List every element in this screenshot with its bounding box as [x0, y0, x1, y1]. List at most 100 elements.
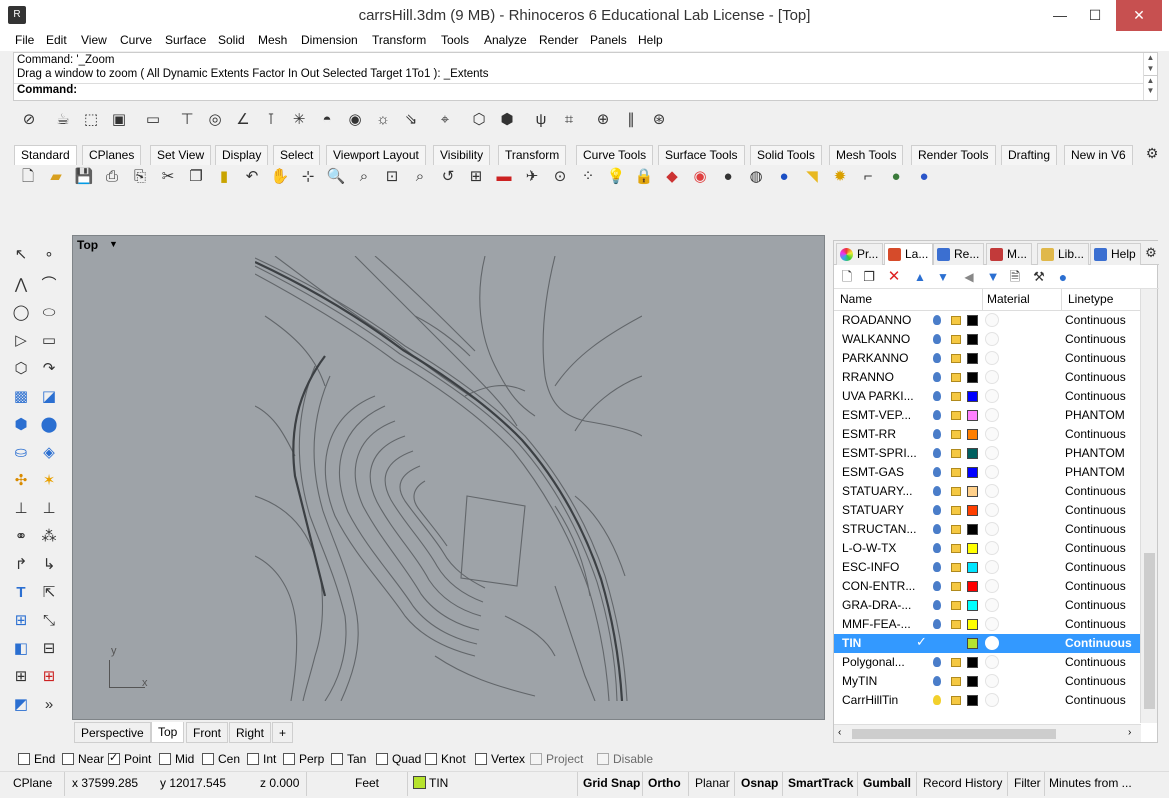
zoom-window-icon[interactable]: ⌕	[353, 166, 375, 188]
tab-curve-tools[interactable]: Curve Tools	[576, 145, 654, 165]
move-icon[interactable]: ⇱	[38, 582, 60, 604]
layer-color-swatch[interactable]	[967, 524, 978, 535]
layer-name[interactable]: CarrHillTin	[842, 693, 898, 707]
top-viewport[interactable]: Top ▼ y x	[72, 235, 825, 720]
toggle-smarttrack[interactable]: SmartTrack	[788, 776, 853, 790]
osnap-int[interactable]: Int	[247, 752, 276, 766]
lock-icon[interactable]	[951, 563, 961, 572]
layer-color-swatch[interactable]	[967, 638, 978, 649]
box-tool-icon[interactable]: ⬡	[468, 109, 490, 131]
layer-row[interactable]: ESMT-VEP... PHANTOM	[834, 406, 1141, 425]
paste-icon[interactable]: ▮	[213, 166, 235, 188]
light-bulb-icon[interactable]	[933, 372, 941, 382]
rectangle-icon[interactable]: ▭	[38, 330, 60, 352]
light-bulb-icon[interactable]	[933, 448, 941, 458]
layer-row[interactable]: GRA-DRA-... Continuous	[834, 596, 1141, 615]
layer-name[interactable]: ESMT-RR	[842, 427, 896, 441]
osnap-knot[interactable]: Knot	[425, 752, 466, 766]
layer-name[interactable]: STATUARY...	[842, 484, 912, 498]
menu-curve[interactable]: Curve	[120, 31, 152, 47]
checkbox[interactable]	[597, 753, 609, 765]
material-icon[interactable]	[985, 446, 999, 460]
layer-states-icon[interactable]: 🗎	[1004, 266, 1026, 288]
copy-icon[interactable]: ❐	[185, 166, 207, 188]
layer-color-swatch[interactable]	[967, 429, 978, 440]
lock-icon[interactable]	[951, 354, 961, 363]
layer-row[interactable]: Polygonal... Continuous	[834, 653, 1141, 672]
tab-cplanes[interactable]: CPlanes	[82, 145, 142, 165]
light-bulb-icon[interactable]	[933, 581, 941, 591]
viewport-tab-top[interactable]: Top	[151, 722, 185, 743]
rhino-options-icon[interactable]: ⊘	[18, 109, 40, 131]
light-bulb-icon[interactable]	[933, 429, 941, 439]
checkbox[interactable]	[425, 753, 437, 765]
material-icon[interactable]	[985, 465, 999, 479]
osnap-vertex[interactable]: Vertex	[475, 752, 525, 766]
status-cplane[interactable]: CPlane	[13, 776, 52, 790]
move-up-icon[interactable]: ▲	[909, 266, 931, 288]
layer-linetype[interactable]: Continuous	[1065, 579, 1126, 593]
tab-render-tools[interactable]: Render Tools	[911, 145, 996, 165]
layer-name[interactable]: MMF-FEA-...	[842, 617, 911, 631]
column-material[interactable]: Material	[987, 292, 1030, 306]
layer-row[interactable]: CarrHillTin Continuous	[834, 691, 1141, 710]
dimension-tool-icon[interactable]: ⊞	[10, 610, 32, 632]
blue-sphere-icon[interactable]: ●	[773, 166, 795, 188]
layer-color-swatch[interactable]	[967, 581, 978, 592]
toggle-planar[interactable]: Planar	[695, 776, 730, 790]
material-icon[interactable]	[985, 332, 999, 346]
material-icon[interactable]	[985, 408, 999, 422]
tab-new-in-v6[interactable]: New in V6	[1064, 145, 1133, 165]
tab-standard[interactable]: Standard	[14, 145, 77, 165]
spark-tool-icon[interactable]: ✳	[288, 109, 310, 131]
material-icon[interactable]	[985, 674, 999, 688]
material-icon[interactable]	[985, 598, 999, 612]
gizmo-tool-icon[interactable]: ⌖	[434, 109, 456, 131]
checkbox[interactable]	[159, 753, 171, 765]
layer-row[interactable]: RRANNO Continuous	[834, 368, 1141, 387]
osnap-disable[interactable]: Disable	[597, 752, 653, 766]
layer-linetype[interactable]: Continuous	[1065, 522, 1126, 536]
sphere-solid-icon[interactable]: ⬤	[38, 414, 60, 436]
lock-icon[interactable]	[951, 487, 961, 496]
print-icon[interactable]: ⎙	[101, 166, 123, 188]
new-layer-icon[interactable]: 🗋	[836, 266, 858, 288]
toggle-ortho[interactable]: Ortho	[648, 776, 681, 790]
point-tool-icon[interactable]: ∘	[38, 244, 60, 266]
light-bulb-icon[interactable]	[933, 676, 941, 686]
menu-tools[interactable]: Tools	[441, 31, 469, 47]
unroll-icon[interactable]: ◩	[10, 694, 32, 716]
lock-icon[interactable]	[951, 525, 961, 534]
material-icon[interactable]	[985, 560, 999, 574]
layer-color-swatch[interactable]	[967, 543, 978, 554]
material-icon[interactable]	[985, 427, 999, 441]
circle-icon[interactable]: ◯	[10, 302, 32, 324]
checkbox[interactable]	[62, 753, 74, 765]
panel-tab-layers[interactable]: La...	[884, 243, 934, 265]
extrude-surface-icon[interactable]: ◪	[38, 386, 60, 408]
new-file-icon[interactable]: 🗋	[17, 166, 39, 188]
layer-name[interactable]: RRANNO	[842, 370, 894, 384]
status-units[interactable]: Feet	[355, 776, 379, 790]
layer-linetype[interactable]: Continuous	[1065, 560, 1126, 574]
layer-row[interactable]: ESMT-RR Continuous	[834, 425, 1141, 444]
layer-row[interactable]: ESC-INFO Continuous	[834, 558, 1141, 577]
rotate-view-icon[interactable]: ⊹	[297, 166, 319, 188]
toggle-gumball[interactable]: Gumball	[863, 776, 911, 790]
light-bulb-icon[interactable]	[933, 543, 941, 553]
layer-color-swatch[interactable]	[967, 334, 978, 345]
layer-color-swatch[interactable]	[967, 486, 978, 497]
light-bulb-icon[interactable]	[933, 695, 941, 705]
osnap-near[interactable]: Near	[62, 752, 104, 766]
chamfer-icon[interactable]: ↳	[38, 554, 60, 576]
layer-name[interactable]: ESMT-GAS	[842, 465, 904, 479]
move-to-parent-icon[interactable]: ◀	[958, 266, 980, 288]
viewport-title[interactable]: Top	[77, 238, 98, 252]
layer-name[interactable]: L-O-W-TX	[842, 541, 896, 555]
lock-icon[interactable]	[951, 392, 961, 401]
spotlight-icon[interactable]: ◥	[801, 166, 823, 188]
osnap-point[interactable]: Point	[108, 751, 151, 766]
window-icon[interactable]: ▭	[142, 109, 164, 131]
zoom-dynamic-icon[interactable]: 🔍	[325, 166, 347, 188]
layer-row[interactable]: WALKANNO Continuous	[834, 330, 1141, 349]
